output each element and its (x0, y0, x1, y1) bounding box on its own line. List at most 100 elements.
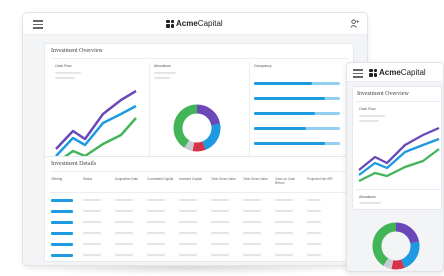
desktop-window: Acme Capital Investment Overview Cash Flo… (22, 12, 368, 266)
occupancy-label: Occupancy (254, 64, 272, 68)
placeholder-text (359, 120, 379, 122)
placeholder-cell (243, 254, 261, 256)
divider (50, 58, 349, 59)
placeholder-cell (147, 199, 165, 201)
mobile-allocations-donut-chart (372, 222, 420, 270)
occupancy-fill (254, 127, 306, 130)
placeholder-cell (211, 254, 229, 256)
placeholder-cell (179, 199, 197, 201)
allocations-donut-chart (173, 104, 221, 152)
placeholder-cell (147, 232, 165, 234)
placeholder-cell (307, 243, 321, 245)
placeholder-cell (115, 254, 133, 256)
column-header[interactable]: Committed Capital (147, 177, 177, 181)
brand-name-light: Capital (197, 19, 223, 28)
placeholder-cell (243, 210, 261, 212)
placeholder-cell (211, 210, 229, 212)
placeholder-cell (115, 232, 133, 234)
column-header[interactable]: Projected Net IRR (307, 177, 337, 181)
occupancy-fill (254, 97, 325, 100)
offering-bar (51, 210, 73, 213)
divider (249, 62, 250, 168)
hamburger-menu-icon[interactable] (33, 20, 43, 29)
mobile-overview-card: Investment Overview Cash Flow Allocation… (352, 86, 442, 210)
column-header[interactable]: Offering (51, 177, 81, 181)
occupancy-fill (254, 142, 325, 145)
user-add-icon[interactable] (350, 19, 359, 28)
placeholder-cell (115, 221, 133, 223)
placeholder-cell (147, 221, 165, 223)
placeholder-cell (275, 243, 293, 245)
placeholder-cell (275, 232, 293, 234)
placeholder-cell (307, 254, 321, 256)
placeholder-text (359, 202, 381, 204)
cash-flow-label: Cash Flow (359, 107, 376, 111)
offering-bar (51, 232, 73, 235)
offering-bar (51, 199, 73, 202)
column-header[interactable]: Acquisition Date (115, 177, 145, 181)
placeholder-cell (307, 221, 321, 223)
brand-name-bold: Acme (176, 19, 198, 28)
series-purple-line (358, 126, 440, 171)
placeholder-cell (307, 199, 321, 201)
placeholder-text (359, 115, 385, 117)
divider (356, 101, 440, 102)
allocations-label: Allocations (154, 64, 171, 68)
placeholder-cell (179, 232, 197, 234)
placeholder-cell (179, 210, 197, 212)
offering-bar (51, 243, 73, 246)
divider (50, 192, 349, 193)
acme-logo-icon (166, 19, 174, 28)
placeholder-cell (115, 210, 133, 212)
column-header[interactable]: Status (83, 177, 113, 181)
column-header[interactable]: Invested Capital (179, 177, 209, 181)
placeholder-cell (243, 232, 261, 234)
brand-logo[interactable]: Acme Capital (166, 19, 223, 28)
divider (356, 189, 440, 190)
occupancy-fill (254, 112, 315, 115)
placeholder-cell (83, 210, 101, 212)
placeholder-cell (179, 243, 197, 245)
placeholder-cell (83, 232, 101, 234)
divider (50, 171, 349, 172)
placeholder-cell (179, 254, 197, 256)
brand-logo[interactable]: Acme Capital (369, 68, 426, 77)
divider (149, 62, 150, 168)
placeholder-cell (83, 254, 101, 256)
column-header[interactable]: Cash on Cash Return (275, 177, 305, 185)
placeholder-cell (243, 221, 261, 223)
mobile-top-bar: Acme Capital (347, 63, 443, 82)
device-mockup-scene: Acme Capital Investment Overview Cash Flo… (0, 0, 444, 276)
top-bar: Acme Capital (23, 13, 367, 35)
acme-logo-icon (369, 68, 377, 77)
placeholder-text (154, 72, 176, 74)
placeholder-cell (83, 243, 101, 245)
hamburger-menu-icon[interactable] (353, 69, 363, 78)
placeholder-cell (307, 232, 321, 234)
placeholder-text (55, 72, 81, 74)
placeholder-cell (211, 199, 229, 201)
placeholder-cell (147, 254, 165, 256)
brand-name-bold: Acme (379, 68, 401, 77)
offering-bar (51, 254, 73, 257)
placeholder-cell (147, 210, 165, 212)
placeholder-cell (243, 199, 261, 201)
allocations-label: Allocations (359, 195, 376, 199)
details-title: Investment Details (51, 161, 97, 167)
placeholder-cell (211, 243, 229, 245)
overview-title: Investment Overview (51, 48, 103, 54)
investment-details-card: Investment Details Offering Status Acquisi… (44, 156, 354, 262)
placeholder-cell (211, 232, 229, 234)
placeholder-cell (179, 221, 197, 223)
placeholder-cell (211, 221, 229, 223)
brand-name-light: Capital (400, 68, 426, 77)
cash-flow-label: Cash Flow (55, 64, 72, 68)
occupancy-fill (254, 82, 312, 85)
placeholder-cell (275, 199, 293, 201)
investment-overview-card: Investment Overview Cash Flow Allocation… (44, 43, 354, 171)
column-header[interactable]: Total Gross Value (211, 177, 241, 181)
series-purple-line (55, 89, 137, 150)
offering-bar (51, 221, 73, 224)
column-header[interactable]: Total Gross Value (243, 177, 273, 181)
mobile-cash-flow-line-chart (358, 126, 440, 183)
